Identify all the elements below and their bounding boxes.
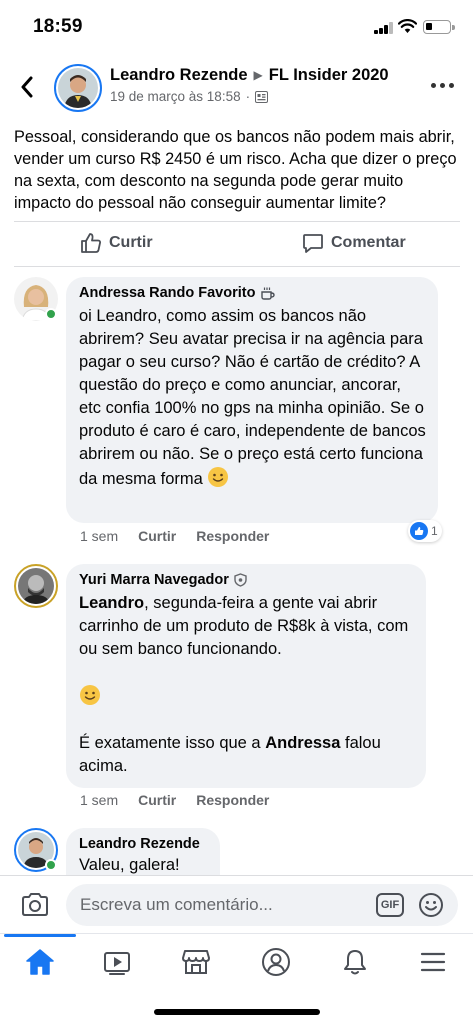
status-bar: 18:59 <box>0 0 473 56</box>
wifi-icon <box>398 19 417 33</box>
gif-button[interactable]: GIF <box>376 893 404 917</box>
back-button[interactable] <box>14 74 40 100</box>
tab-marketplace[interactable] <box>176 942 216 982</box>
camera-icon[interactable] <box>20 891 50 919</box>
marketplace-store-icon <box>182 950 210 974</box>
post-timestamp[interactable]: 19 de março às 18:58 <box>110 89 241 104</box>
triangle-right-icon: ▶ <box>253 68 263 82</box>
comment-like-button[interactable]: Curtir <box>138 528 176 544</box>
comment-actions: 1 sem Curtir Responder <box>80 792 269 808</box>
comment-author-name[interactable]: Andressa Rando Favorito <box>79 285 255 301</box>
comment-actions: 1 sem Curtir Responder <box>80 528 269 544</box>
home-icon <box>26 949 54 975</box>
battery-icon <box>423 20 455 34</box>
hamburger-menu-icon <box>420 952 446 972</box>
comment-bubble: Andressa Rando Favorito oi Leandro, como… <box>66 277 438 523</box>
comment-composer: GIF <box>0 875 473 933</box>
comment-author-line: Andressa Rando Favorito <box>79 285 426 301</box>
tab-menu[interactable] <box>413 942 453 982</box>
tab-notifications[interactable] <box>335 942 375 982</box>
comment-bubble: Yuri Marra Navegador Leandro, segunda-fe… <box>66 564 426 788</box>
comment-author-name[interactable]: Yuri Marra Navegador <box>79 572 229 588</box>
comment-reply-button[interactable]: Responder <box>196 528 269 544</box>
online-status-dot <box>45 859 57 871</box>
comment-text: Leandro, segunda-feira a gente vai abrir… <box>79 592 414 661</box>
post-body-text: Pessoal, considerando que os bancos não … <box>14 128 457 212</box>
thumbs-up-icon <box>81 233 101 253</box>
comment-button[interactable]: Comentar <box>302 232 406 254</box>
comment-text: Valeu, galera! <box>79 856 180 874</box>
post-author-avatar[interactable] <box>58 68 98 108</box>
active-tab-indicator <box>4 934 76 937</box>
like-label: Curtir <box>109 234 153 251</box>
comment-text-line2: É exatamente isso que a Andressa falou a… <box>79 732 414 778</box>
comment-label: Comentar <box>331 234 406 251</box>
post-meta: 19 de março às 18:58 · <box>110 89 269 104</box>
comment-avatar-yuri[interactable] <box>14 564 58 608</box>
comment-author-name[interactable]: Leandro Rezende <box>79 836 208 852</box>
coffee-cup-icon <box>261 287 276 300</box>
divider <box>14 221 460 222</box>
avatar <box>18 568 54 604</box>
comment-reply-button[interactable]: Responder <box>196 792 269 808</box>
comment-time[interactable]: 1 sem <box>80 792 118 808</box>
comment-emoji-line <box>79 684 414 709</box>
like-reaction-icon <box>410 522 428 540</box>
reaction-count-value: 1 <box>431 524 438 538</box>
status-time: 18:59 <box>33 16 83 37</box>
post-group-name[interactable]: FL Insider 2020 <box>269 66 389 84</box>
emoji-picker-icon[interactable] <box>418 892 444 918</box>
comment-avatar-leandro[interactable] <box>14 828 58 872</box>
cellular-signal-icon <box>374 22 394 34</box>
mention-leandro[interactable]: Leandro <box>79 594 144 612</box>
speech-bubble-icon <box>303 234 323 253</box>
smiley-emoji-icon <box>208 467 229 487</box>
group-members-icon <box>255 90 269 103</box>
separator-dot: · <box>245 89 251 104</box>
post-author-line: Leandro Rezende ▶ FL Insider 2020 <box>110 66 389 85</box>
reaction-count[interactable]: 1 <box>408 520 442 542</box>
comment-time[interactable]: 1 sem <box>80 528 118 544</box>
tab-profile[interactable] <box>256 942 296 982</box>
comment-like-button[interactable]: Curtir <box>138 792 176 808</box>
tab-watch[interactable] <box>97 942 137 982</box>
like-button[interactable]: Curtir <box>80 232 153 254</box>
comment-text-body: oi Leandro, como assim os bancos não abr… <box>79 307 426 488</box>
shield-badge-icon <box>234 573 247 587</box>
video-play-icon <box>104 952 130 975</box>
home-indicator-bar <box>154 1009 320 1015</box>
chevron-left-icon <box>21 76 33 98</box>
mention-andressa[interactable]: Andressa <box>265 734 340 752</box>
smiley-emoji-icon <box>80 685 100 705</box>
bottom-tab-bar <box>0 933 473 989</box>
post-author-name[interactable]: Leandro Rezende <box>110 66 248 84</box>
post-action-row: Curtir Comentar <box>0 232 473 258</box>
online-status-dot <box>45 308 57 320</box>
bell-icon <box>344 950 366 975</box>
comment-text-line2-prefix: É exatamente isso que a <box>79 734 266 752</box>
comment-author-line: Yuri Marra Navegador <box>79 572 414 588</box>
tab-home[interactable] <box>20 942 60 982</box>
more-options-icon[interactable] <box>431 80 457 90</box>
comment-avatar-andressa[interactable] <box>14 277 58 321</box>
comment-text: oi Leandro, como assim os bancos não abr… <box>79 305 426 491</box>
divider <box>14 266 460 267</box>
profile-icon <box>262 948 290 976</box>
